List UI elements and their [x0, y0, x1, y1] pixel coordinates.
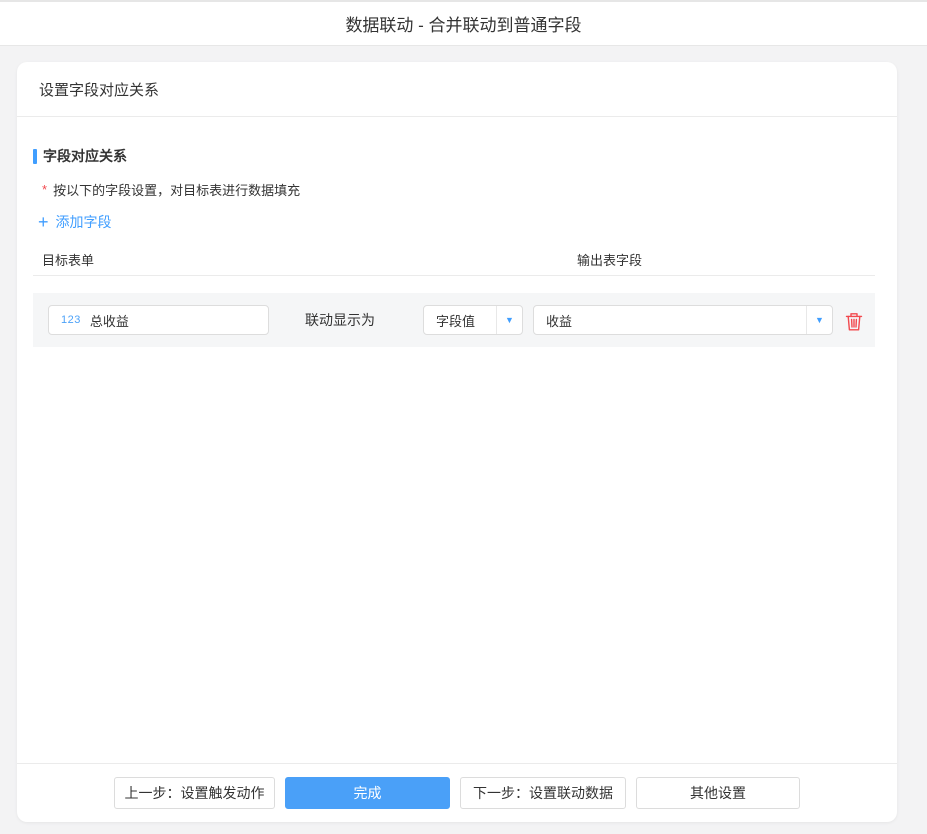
chevron-down-icon: ▼ [806, 306, 832, 334]
section-title: 字段对应关系 [43, 146, 127, 166]
value-type-select[interactable]: 字段值 ▼ [423, 305, 523, 335]
page-title: 数据联动 - 合并联动到普通字段 [345, 11, 581, 36]
next-step-button[interactable]: 下一步：设置联动数据 [460, 777, 626, 809]
section-accent-bar [33, 149, 37, 164]
add-field-button[interactable]: + 添加字段 [38, 212, 112, 232]
mapping-table-header: 目标表单 输出表字段 [33, 250, 875, 266]
section-hint-text: 按以下的字段设置，对目标表进行数据填充 [53, 180, 300, 199]
number-field-type-icon: 123 [61, 314, 81, 326]
chevron-down-icon: ▼ [496, 306, 522, 334]
prev-step-button[interactable]: 上一步：设置触发动作 [114, 777, 275, 809]
panel-title: 设置字段对应关系 [39, 79, 159, 100]
target-field-box[interactable]: 123 总收益 [48, 305, 269, 335]
column-header-target-form: 目标表单 [42, 250, 94, 269]
top-bar: 数据联动 - 合并联动到普通字段 [0, 0, 927, 46]
output-field-selected: 收益 [534, 306, 806, 334]
header-divider [33, 275, 875, 276]
column-header-output-field: 输出表字段 [577, 250, 642, 269]
value-type-selected: 字段值 [424, 306, 496, 334]
relation-label: 联动显示为 [305, 293, 375, 347]
settings-panel: 设置字段对应关系 字段对应关系 * 按以下的字段设置，对目标表进行数据填充 + … [17, 62, 897, 822]
delete-row-button[interactable] [844, 311, 864, 331]
add-field-label: 添加字段 [56, 212, 112, 232]
panel-body: 字段对应关系 * 按以下的字段设置，对目标表进行数据填充 + 添加字段 目标表单… [17, 117, 897, 763]
output-field-select[interactable]: 收益 ▼ [533, 305, 833, 335]
plus-icon: + [38, 213, 49, 231]
footer-toolbar: 上一步：设置触发动作 完成 下一步：设置联动数据 其他设置 [17, 763, 897, 822]
other-settings-button[interactable]: 其他设置 [636, 777, 800, 809]
target-field-name: 总收益 [90, 311, 129, 330]
panel-header: 设置字段对应关系 [17, 62, 897, 117]
section-title-row: 字段对应关系 [33, 146, 875, 166]
required-asterisk-icon: * [42, 182, 47, 197]
finish-button[interactable]: 完成 [285, 777, 450, 809]
section-hint: * 按以下的字段设置，对目标表进行数据填充 [42, 180, 875, 199]
trash-icon [845, 312, 863, 331]
mapping-row: 123 总收益 联动显示为 字段值 ▼ 收益 ▼ [33, 293, 875, 347]
